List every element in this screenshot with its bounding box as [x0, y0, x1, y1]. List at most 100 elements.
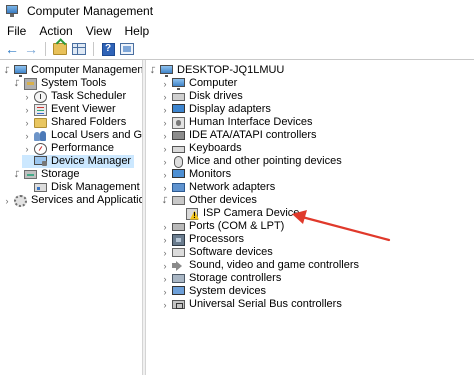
- chevron-right-icon[interactable]: ›: [160, 116, 170, 129]
- chevron-right-icon[interactable]: ›: [160, 181, 170, 194]
- chevron-right-icon[interactable]: ›: [160, 90, 170, 103]
- chevron-down-icon[interactable]: ⮦: [12, 168, 22, 181]
- device-category-disk-drives[interactable]: › Disk drives: [160, 90, 244, 103]
- device-category-computer[interactable]: › Computer: [160, 77, 238, 90]
- chevron-right-icon[interactable]: ›: [160, 142, 170, 155]
- device-category-label: Software devices: [189, 246, 273, 258]
- device-category-label: Network adapters: [189, 181, 276, 193]
- users-icon: [34, 130, 47, 142]
- toolbar-separator: [45, 42, 46, 56]
- tree-item-label: Computer Management (Local: [31, 64, 142, 76]
- chevron-right-icon[interactable]: ›: [160, 298, 170, 311]
- menu-file[interactable]: File: [0, 24, 32, 38]
- device-category-label: Processors: [189, 233, 245, 245]
- forward-icon[interactable]: →: [23, 41, 39, 57]
- chevron-right-icon[interactable]: ›: [160, 168, 170, 181]
- device-category-label: IDE ATA/ATAPI controllers: [189, 129, 317, 141]
- network-adapter-icon: [172, 183, 185, 192]
- chevron-right-icon[interactable]: ›: [22, 116, 32, 129]
- tree-item-label: Storage: [41, 168, 80, 180]
- event-viewer-icon: [34, 103, 47, 116]
- chevron-down-icon[interactable]: ⮦: [2, 64, 12, 77]
- tree-item-performance[interactable]: › Performance: [22, 142, 115, 155]
- tree-item-storage[interactable]: ⮦ Storage: [12, 168, 81, 181]
- display-adapter-icon: [172, 104, 185, 113]
- help-topics-icon[interactable]: [119, 41, 135, 57]
- device-category-display-adapters[interactable]: › Display adapters: [160, 103, 272, 116]
- tree-item-disk-management[interactable]: Disk Management: [22, 181, 141, 194]
- tree-item-event-viewer[interactable]: › Event Viewer: [22, 103, 117, 116]
- hid-icon: [172, 116, 185, 129]
- tree-item-label: Performance: [51, 142, 114, 154]
- chevron-right-icon[interactable]: ›: [160, 77, 170, 90]
- computer-icon: [160, 65, 173, 77]
- tree-item-task-scheduler[interactable]: › Task Scheduler: [22, 90, 127, 103]
- chevron-right-icon[interactable]: ›: [160, 233, 170, 246]
- device-label: ISP Camera Device: [203, 207, 300, 219]
- menu-bar: File Action View Help: [0, 22, 474, 40]
- device-category-processors[interactable]: › Processors: [160, 233, 245, 246]
- navigation-tree[interactable]: ⮦ Computer Management (Local ⮦ System To…: [0, 60, 142, 375]
- chevron-down-icon[interactable]: ⮦: [160, 194, 170, 207]
- tree-item-computer-management[interactable]: ⮦ Computer Management (Local: [2, 64, 142, 77]
- chevron-right-icon[interactable]: ›: [22, 103, 32, 116]
- tree-item-label: Disk Management: [51, 181, 140, 193]
- chevron-right-icon[interactable]: ›: [22, 90, 32, 103]
- chevron-down-icon[interactable]: ⮦: [148, 64, 158, 77]
- device-category-hid[interactable]: › Human Interface Devices: [160, 116, 314, 129]
- tree-item-local-users[interactable]: › Local Users and Groups: [22, 129, 143, 142]
- device-category-usb[interactable]: › Universal Serial Bus controllers: [160, 298, 343, 311]
- device-category-software-devices[interactable]: › Software devices: [160, 246, 274, 259]
- software-device-icon: [172, 248, 185, 257]
- up-folder-icon[interactable]: [52, 41, 68, 57]
- device-category-label: Other devices: [189, 194, 257, 206]
- device-category-label: Ports (COM & LPT): [189, 220, 285, 232]
- device-category-ports[interactable]: › Ports (COM & LPT): [160, 220, 285, 233]
- device-category-sound[interactable]: › Sound, video and game controllers: [160, 259, 360, 272]
- tree-item-services-applications[interactable]: › Services and Applications: [2, 194, 142, 207]
- chevron-right-icon[interactable]: ›: [160, 220, 170, 233]
- services-icon: [14, 194, 27, 207]
- device-isp-camera[interactable]: ISP Camera Device: [174, 207, 300, 220]
- menu-help[interactable]: Help: [118, 24, 156, 38]
- chevron-right-icon[interactable]: ›: [160, 272, 170, 285]
- device-tree[interactable]: ⮦ DESKTOP-JQ1LMUU › Computer › Disk driv…: [146, 60, 474, 375]
- device-category-storage-controllers[interactable]: › Storage controllers: [160, 272, 282, 285]
- chevron-right-icon[interactable]: ›: [2, 194, 12, 207]
- ide-controller-icon: [172, 131, 185, 140]
- device-category-network-adapters[interactable]: › Network adapters: [160, 181, 276, 194]
- chevron-right-icon[interactable]: ›: [160, 155, 170, 168]
- tree-item-label: System Tools: [41, 77, 107, 89]
- chevron-right-icon[interactable]: ›: [22, 142, 32, 155]
- chevron-right-icon[interactable]: ›: [160, 285, 170, 298]
- chevron-right-icon[interactable]: ›: [22, 129, 32, 142]
- device-category-keyboards[interactable]: › Keyboards: [160, 142, 243, 155]
- device-category-mice[interactable]: › Mice and other pointing devices: [160, 155, 343, 168]
- chevron-right-icon[interactable]: ›: [160, 129, 170, 142]
- chevron-down-icon[interactable]: ⮦: [12, 77, 22, 90]
- tree-item-system-tools[interactable]: ⮦ System Tools: [12, 77, 107, 90]
- tree-item-shared-folders[interactable]: › Shared Folders: [22, 116, 127, 129]
- menu-view[interactable]: View: [79, 24, 118, 38]
- menu-action[interactable]: Action: [32, 24, 78, 38]
- device-tree-root[interactable]: ⮦ DESKTOP-JQ1LMUU: [148, 64, 285, 77]
- device-category-monitors[interactable]: › Monitors: [160, 168, 232, 181]
- device-category-label: Monitors: [189, 168, 232, 180]
- show-hide-tree-icon[interactable]: [71, 41, 87, 57]
- device-manager-icon: [34, 156, 47, 166]
- keyboard-icon: [172, 146, 185, 153]
- device-category-other-devices[interactable]: ⮦ Other devices: [160, 194, 258, 207]
- device-category-ide[interactable]: › IDE ATA/ATAPI controllers: [160, 129, 318, 142]
- chevron-right-icon[interactable]: ›: [160, 103, 170, 116]
- window-title: Computer Management: [27, 4, 154, 18]
- device-category-label: Keyboards: [189, 142, 242, 154]
- back-icon[interactable]: ←: [4, 41, 20, 57]
- chevron-right-icon[interactable]: ›: [160, 246, 170, 259]
- tree-item-device-manager[interactable]: Device Manager: [22, 155, 135, 168]
- processor-icon: [172, 233, 185, 246]
- chevron-right-icon[interactable]: ›: [160, 259, 170, 272]
- other-devices-icon: [172, 196, 185, 205]
- device-category-system-devices[interactable]: › System devices: [160, 285, 267, 298]
- help-icon[interactable]: ?: [100, 41, 116, 57]
